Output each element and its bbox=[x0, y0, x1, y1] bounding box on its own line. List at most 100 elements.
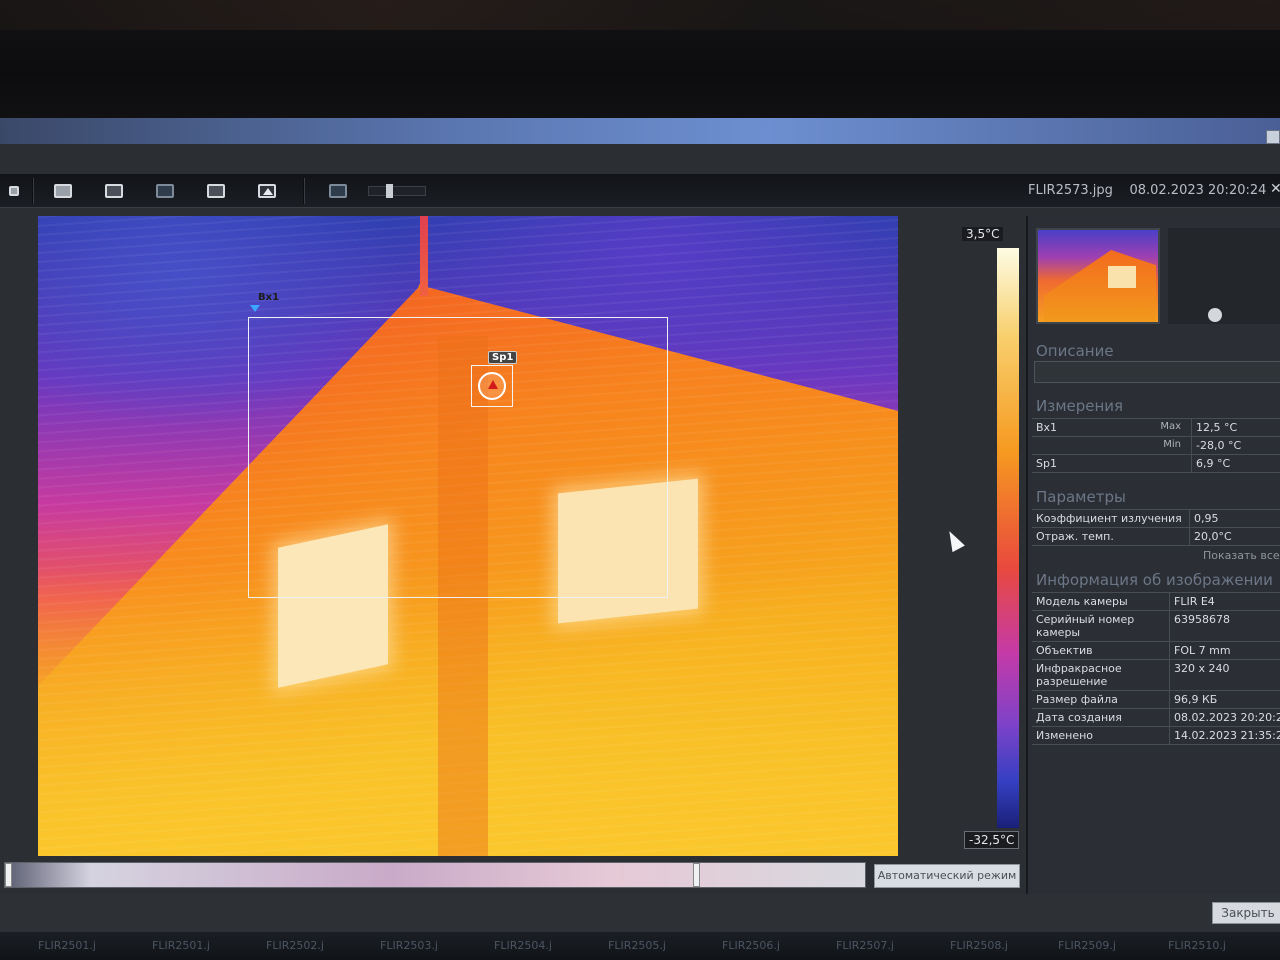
taskbar-item[interactable]: FLIR2509.j bbox=[1058, 939, 1116, 952]
close-icon[interactable]: ✕ bbox=[1270, 181, 1280, 197]
info-value: 320 x 240 bbox=[1174, 662, 1230, 675]
measurement-value: 12,5 °C bbox=[1196, 421, 1238, 434]
scale-min-label[interactable]: -32,5°C bbox=[964, 831, 1020, 849]
parameter-value[interactable]: 0,95 bbox=[1190, 510, 1223, 527]
scale-max-label[interactable]: 3,5°C bbox=[962, 227, 1004, 241]
visual-image-icon[interactable] bbox=[255, 180, 279, 202]
description-title: Описание bbox=[1036, 342, 1114, 360]
image-info-table: Модель камеры FLIR E4 Серийный номер каме… bbox=[1032, 592, 1280, 745]
measurement-sub: Max bbox=[1160, 421, 1181, 432]
spot-label: Sp1 bbox=[488, 351, 518, 364]
spot-meter[interactable] bbox=[471, 365, 513, 407]
taskbar-item[interactable]: FLIR2502.j bbox=[266, 939, 324, 952]
parameter-value[interactable]: 20,0°C bbox=[1190, 528, 1236, 545]
box-marker-icon[interactable] bbox=[250, 305, 260, 312]
measurements-table: Bx1 Max 12,5 °C Min -28,0 °C Sp1 6,9 °C bbox=[1032, 418, 1280, 473]
blending-icon[interactable] bbox=[153, 180, 177, 202]
menu-icon[interactable] bbox=[2, 180, 26, 202]
file-datetime: 08.02.2023 20:20:24 bbox=[1129, 183, 1267, 198]
taskbar-item[interactable]: FLIR2503.j bbox=[380, 939, 438, 952]
blend-slider-knob[interactable] bbox=[386, 184, 393, 198]
table-row: Дата создания 08.02.2023 20:20:2 bbox=[1032, 709, 1280, 727]
taskbar: FLIR2501.j FLIR2501.j FLIR2502.j FLIR250… bbox=[0, 932, 1280, 960]
range-handle-max[interactable] bbox=[693, 863, 700, 887]
table-row: Инфракрасное разрешение 320 x 240 bbox=[1032, 660, 1280, 691]
parameter-name: Отраж. темп. bbox=[1032, 528, 1190, 545]
taskbar-item[interactable]: FLIR2508.j bbox=[950, 939, 1008, 952]
hot-spot-icon bbox=[488, 380, 498, 389]
pip-icon[interactable] bbox=[204, 180, 228, 202]
info-value: 14.02.2023 21:35:2 bbox=[1174, 729, 1280, 742]
info-name: Объектив bbox=[1032, 642, 1170, 659]
msx-icon[interactable] bbox=[326, 180, 350, 202]
blend-slider[interactable] bbox=[368, 184, 426, 198]
thumbnail-window bbox=[1108, 266, 1136, 288]
thumbnail-visual[interactable] bbox=[1168, 228, 1280, 324]
table-row[interactable]: Min -28,0 °C bbox=[1032, 437, 1280, 455]
measurement-box[interactable] bbox=[248, 317, 668, 598]
toolbar: FLIR2573.jpg 08.02.2023 20:20:24 ✕ bbox=[0, 174, 1280, 208]
table-row[interactable]: Коэффициент излучения 0,95 bbox=[1032, 510, 1280, 528]
parameter-name: Коэффициент излучения bbox=[1032, 510, 1190, 527]
table-row: Серийный номер камеры 63958678 bbox=[1032, 611, 1280, 642]
close-button[interactable]: Закрыть bbox=[1212, 902, 1280, 924]
measurement-sub bbox=[1181, 457, 1187, 470]
toolbar-separator bbox=[303, 178, 305, 204]
table-row: Изменено 14.02.2023 21:35:2 bbox=[1032, 727, 1280, 745]
table-row: Объектив FOL 7 mm bbox=[1032, 642, 1280, 660]
show-all-link[interactable]: Показать все bbox=[1203, 549, 1280, 562]
taskbar-item[interactable]: FLIR2504.j bbox=[494, 939, 552, 952]
table-row[interactable]: Bx1 Max 12,5 °C bbox=[1032, 419, 1280, 437]
taskbar-item[interactable]: FLIR2505.j bbox=[608, 939, 666, 952]
ir-image-icon[interactable] bbox=[51, 180, 75, 202]
info-value: FLIR E4 bbox=[1174, 595, 1215, 608]
description-field[interactable] bbox=[1034, 361, 1280, 383]
measurements-title: Измерения bbox=[1036, 397, 1124, 415]
measurement-value: -28,0 °C bbox=[1196, 439, 1242, 452]
info-value: 63958678 bbox=[1174, 613, 1230, 626]
toolbar-separator bbox=[32, 178, 34, 204]
table-row[interactable]: Sp1 6,9 °C bbox=[1032, 455, 1280, 473]
thermal-image[interactable]: Bx1 Sp1 bbox=[38, 216, 898, 856]
taskbar-item[interactable]: FLIR2501.j bbox=[38, 939, 96, 952]
measurement-sub: Min bbox=[1163, 439, 1181, 450]
info-name: Серийный номер камеры bbox=[1032, 611, 1170, 641]
file-name: FLIR2573.jpg bbox=[1028, 183, 1113, 198]
taskbar-item[interactable]: FLIR2506.j bbox=[722, 939, 780, 952]
measurement-value: 6,9 °C bbox=[1196, 457, 1231, 470]
antenna-mast bbox=[420, 216, 428, 296]
info-name: Дата создания bbox=[1032, 709, 1170, 726]
window-title-bar[interactable] bbox=[0, 118, 1280, 144]
fusion-icon[interactable] bbox=[102, 180, 126, 202]
thumbnail-light bbox=[1208, 308, 1222, 322]
measurement-name: Bx1 bbox=[1036, 421, 1058, 434]
bezel-reflection bbox=[0, 0, 1280, 30]
thumbnail-ir[interactable] bbox=[1036, 228, 1160, 324]
temperature-range-slider[interactable] bbox=[4, 862, 866, 888]
parameters-title: Параметры bbox=[1036, 488, 1126, 506]
info-panel: Описание Измерения Bx1 Max 12,5 °C Min -2… bbox=[1026, 216, 1280, 896]
info-value: 08.02.2023 20:20:2 bbox=[1174, 711, 1280, 724]
info-value: 96,9 КБ bbox=[1174, 693, 1218, 706]
table-row: Размер файла 96,9 КБ bbox=[1032, 691, 1280, 709]
monitor-bezel bbox=[0, 0, 1280, 118]
info-name: Инфракрасное разрешение bbox=[1032, 660, 1170, 690]
info-name: Размер файла bbox=[1032, 691, 1170, 708]
file-info: FLIR2573.jpg 08.02.2023 20:20:24 bbox=[1028, 183, 1266, 198]
range-handle-min[interactable] bbox=[5, 863, 12, 887]
window-close-icon[interactable] bbox=[1266, 130, 1280, 144]
dialog-footer bbox=[0, 894, 1280, 934]
table-row[interactable]: Отраж. темп. 20,0°C bbox=[1032, 528, 1280, 546]
thumbnail-house bbox=[1044, 250, 1156, 322]
box-label: Bx1 bbox=[258, 292, 280, 303]
taskbar-item[interactable]: FLIR2501.j bbox=[152, 939, 210, 952]
auto-mode-button[interactable]: Автоматический режим bbox=[874, 864, 1020, 888]
image-info-title: Информация об изображении bbox=[1036, 571, 1273, 589]
info-value: FOL 7 mm bbox=[1174, 644, 1231, 657]
taskbar-item[interactable]: FLIR2507.j bbox=[836, 939, 894, 952]
color-scale bbox=[997, 248, 1019, 828]
table-row: Модель камеры FLIR E4 bbox=[1032, 593, 1280, 611]
parameters-table: Коэффициент излучения 0,95 Отраж. темп. … bbox=[1032, 509, 1280, 546]
taskbar-item[interactable]: FLIR2510.j bbox=[1168, 939, 1226, 952]
info-name: Модель камеры bbox=[1032, 593, 1170, 610]
